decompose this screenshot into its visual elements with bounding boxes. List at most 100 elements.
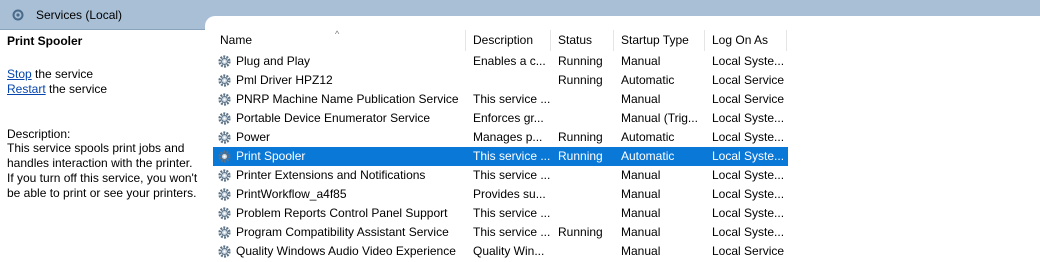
service-row[interactable]: Problem Reports Control Panel Support Thi… [213,204,788,223]
service-log-on-as: Local Syste... [712,111,785,125]
service-row[interactable]: Quality Windows Audio Video Experience Qu… [213,242,788,261]
column-header-description[interactable]: Description [466,30,551,51]
column-header-description-label: Description [473,33,534,47]
selected-service-name: Print Spooler [7,34,83,48]
content-tab-edge [205,16,1040,30]
service-log-on-as: Local Syste... [712,149,785,163]
restart-action: Restart the service [7,82,107,96]
restart-link[interactable]: Restart [7,82,46,96]
services-list: Plug and Play Enables a c... Running Manual… [213,52,788,261]
service-startup-type: Automatic [621,73,675,87]
service-log-on-as: Local Syste... [712,225,785,239]
service-row[interactable]: Power Manages p... Running Automatic Local S… [213,128,788,147]
service-startup-type: Manual [621,92,661,106]
service-row[interactable]: Program Compatibility Assistant Service T… [213,223,788,242]
stop-action-text: the service [31,67,94,81]
gear-icon [217,149,232,164]
window-title: Services (Local) [36,8,123,22]
gear-icon [217,92,232,107]
column-header-startup-label: Startup Type [621,33,689,47]
service-log-on-as: Local Service [712,92,785,106]
service-status: Running [558,73,603,87]
column-header-status[interactable]: Status [551,30,614,51]
service-name: Print Spooler [236,149,306,163]
service-startup-type: Manual [621,54,661,68]
service-startup-type: Manual [621,168,661,182]
service-description: This service ... [473,206,551,220]
service-row[interactable]: Portable Device Enumerator Service Enforc… [213,109,788,128]
service-status [558,166,618,185]
column-header-name[interactable]: ^ Name [213,29,466,51]
service-status [558,204,618,223]
service-startup-type: Manual [621,244,661,258]
stop-action: Stop the service [7,67,93,81]
service-description: Manages p... [473,130,543,144]
service-log-on-as: Local Syste... [712,168,785,182]
gear-icon [217,244,232,259]
service-log-on-as: Local Syste... [712,54,785,68]
stop-link[interactable]: Stop [7,67,32,81]
service-startup-type: Automatic [621,149,675,163]
service-description: This service ... [473,149,551,163]
column-header-bar: ^ Name Description Status Startup Type L… [213,29,1040,51]
sort-ascending-icon: ^ [335,29,340,39]
description-label: Description: [7,127,71,141]
service-startup-type: Manual [621,225,661,239]
services-icon [12,9,24,21]
service-description [473,71,551,90]
service-name: Pml Driver HPZ12 [236,73,333,87]
service-row[interactable]: Print Spooler This service ... Running Auto… [213,147,788,166]
service-name: Printer Extensions and Notifications [236,168,426,182]
gear-icon [217,54,232,69]
gear-icon [217,225,232,240]
service-log-on-as: Local Syste... [712,130,785,144]
service-description: Enables a c... [473,54,546,68]
service-description: Quality Win... [473,244,545,258]
service-log-on-as: Local Service [712,73,785,87]
column-header-startup-type[interactable]: Startup Type [614,30,705,51]
service-status: Running [558,54,603,68]
description-text: This service spools print jobs and handl… [7,141,198,200]
service-name: Program Compatibility Assistant Service [236,225,449,239]
column-header-status-label: Status [558,33,593,47]
service-row[interactable]: PNRP Machine Name Publication Service Thi… [213,90,788,109]
extended-description-pane: Print Spooler Stop the service Restart t… [0,30,205,262]
service-status [558,90,618,109]
restart-action-text: the service [45,82,108,96]
service-status: Running [558,225,603,239]
gear-icon [217,168,232,183]
service-name: Problem Reports Control Panel Support [236,206,448,220]
service-description: Provides su... [473,187,546,201]
service-status [558,109,618,128]
service-log-on-as: Local Syste... [712,206,785,220]
column-header-name-label: Name [220,33,253,47]
gear-icon [217,111,232,126]
service-description: Enforces gr... [473,111,544,125]
service-row[interactable]: Plug and Play Enables a c... Running Manual… [213,52,788,71]
service-description: This service ... [473,225,551,239]
service-startup-type: Manual (Trig... [621,111,698,125]
service-log-on-as: Local Service [712,244,785,258]
service-description: This service ... [473,92,551,106]
service-status: Running [558,130,603,144]
service-name: Plug and Play [236,54,311,68]
service-startup-type: Manual [621,206,661,220]
service-row[interactable]: Printer Extensions and Notifications This… [213,166,788,185]
column-header-log-on-as[interactable]: Log On As [705,30,787,51]
service-startup-type: Automatic [621,130,675,144]
service-row[interactable]: PrintWorkflow_a4f85 Provides su... Manual L… [213,185,788,204]
service-row[interactable]: Pml Driver HPZ12 Running Automatic Local Se… [213,71,788,90]
gear-icon [217,130,232,145]
service-name: Quality Windows Audio Video Experience [236,244,456,258]
service-description: This service ... [473,168,551,182]
service-name: Portable Device Enumerator Service [236,111,431,125]
service-name: PrintWorkflow_a4f85 [236,187,347,201]
service-status [558,185,618,204]
service-name: PNRP Machine Name Publication Service [236,92,459,106]
service-status [558,242,618,261]
service-startup-type: Manual [621,187,661,201]
service-name: Power [236,130,271,144]
service-log-on-as: Local Syste... [712,187,785,201]
gear-icon [217,187,232,202]
gear-icon [217,73,232,88]
